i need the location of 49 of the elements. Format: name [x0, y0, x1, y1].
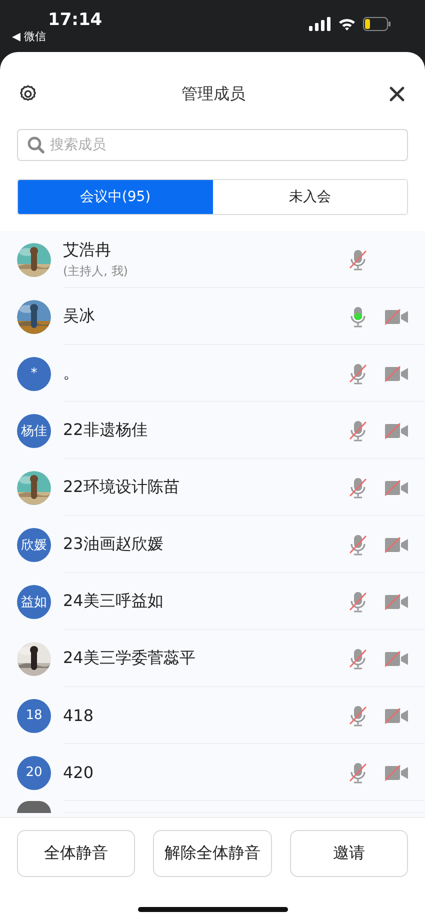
mic-icon[interactable] [349, 306, 367, 328]
mic-muted-icon[interactable] [349, 534, 367, 556]
status-time: 17:14 [47, 10, 102, 30]
close-icon[interactable] [389, 86, 405, 102]
camera-off-icon[interactable] [385, 480, 408, 496]
avatar [17, 801, 51, 813]
footer-button[interactable]: 全体静音 [17, 830, 136, 877]
camera-off-icon[interactable] [385, 536, 408, 552]
mic-muted-icon[interactable] [349, 362, 367, 384]
camera-off-icon[interactable] [385, 594, 408, 610]
camera-off-icon[interactable] [385, 764, 408, 780]
camera-off-icon[interactable] [385, 650, 408, 666]
battery-icon [363, 17, 391, 31]
back-link[interactable]: ◀ 微信 [12, 30, 102, 44]
avatar: 20 [17, 756, 51, 790]
mic-muted-icon[interactable] [349, 648, 367, 670]
member-name: 24美三学委菅蕊平 [63, 648, 196, 669]
avatar: 杨佳 [17, 414, 51, 448]
camera-off-icon[interactable] [385, 308, 408, 324]
mic-muted-icon[interactable] [349, 762, 367, 784]
mic-muted-icon[interactable] [349, 704, 367, 726]
mic-muted-icon[interactable] [349, 476, 367, 498]
member-name: 418 [63, 706, 95, 725]
header-title: 管理成员 [182, 84, 246, 104]
member-name: 22环境设计陈苗 [63, 477, 180, 498]
member-name: 24美三呼益如 [63, 591, 164, 612]
signal-icon [309, 17, 331, 31]
camera-off-icon[interactable] [385, 708, 408, 724]
tab[interactable]: 会议中(95) [18, 180, 212, 214]
mic-muted-icon[interactable] [349, 248, 367, 270]
avatar: 18 [17, 698, 51, 732]
member-name: 。 [63, 363, 80, 384]
wifi-icon [338, 17, 356, 31]
member-name: 23油画赵欣媛 [63, 534, 164, 555]
mic-muted-icon[interactable] [349, 420, 367, 442]
avatar: 益如 [17, 584, 51, 618]
mic-muted-icon[interactable] [349, 590, 367, 612]
footer-button[interactable]: 解除全体静音 [153, 830, 272, 877]
avatar: * [17, 356, 51, 390]
member-name: 22非遗杨佳 [63, 420, 148, 441]
footer-button[interactable]: 邀请 [290, 830, 408, 877]
member-role: (主持人, 我) [63, 262, 129, 280]
camera-off-icon[interactable] [385, 366, 408, 382]
member-name: 吴冰 [63, 306, 96, 327]
search-field[interactable]: 搜索成员 [17, 129, 408, 161]
avatar: 欣媛 [17, 528, 51, 562]
member-name: 艾浩冉 [63, 240, 112, 260]
camera-off-icon[interactable] [385, 422, 408, 438]
member-name: 420 [63, 763, 95, 782]
